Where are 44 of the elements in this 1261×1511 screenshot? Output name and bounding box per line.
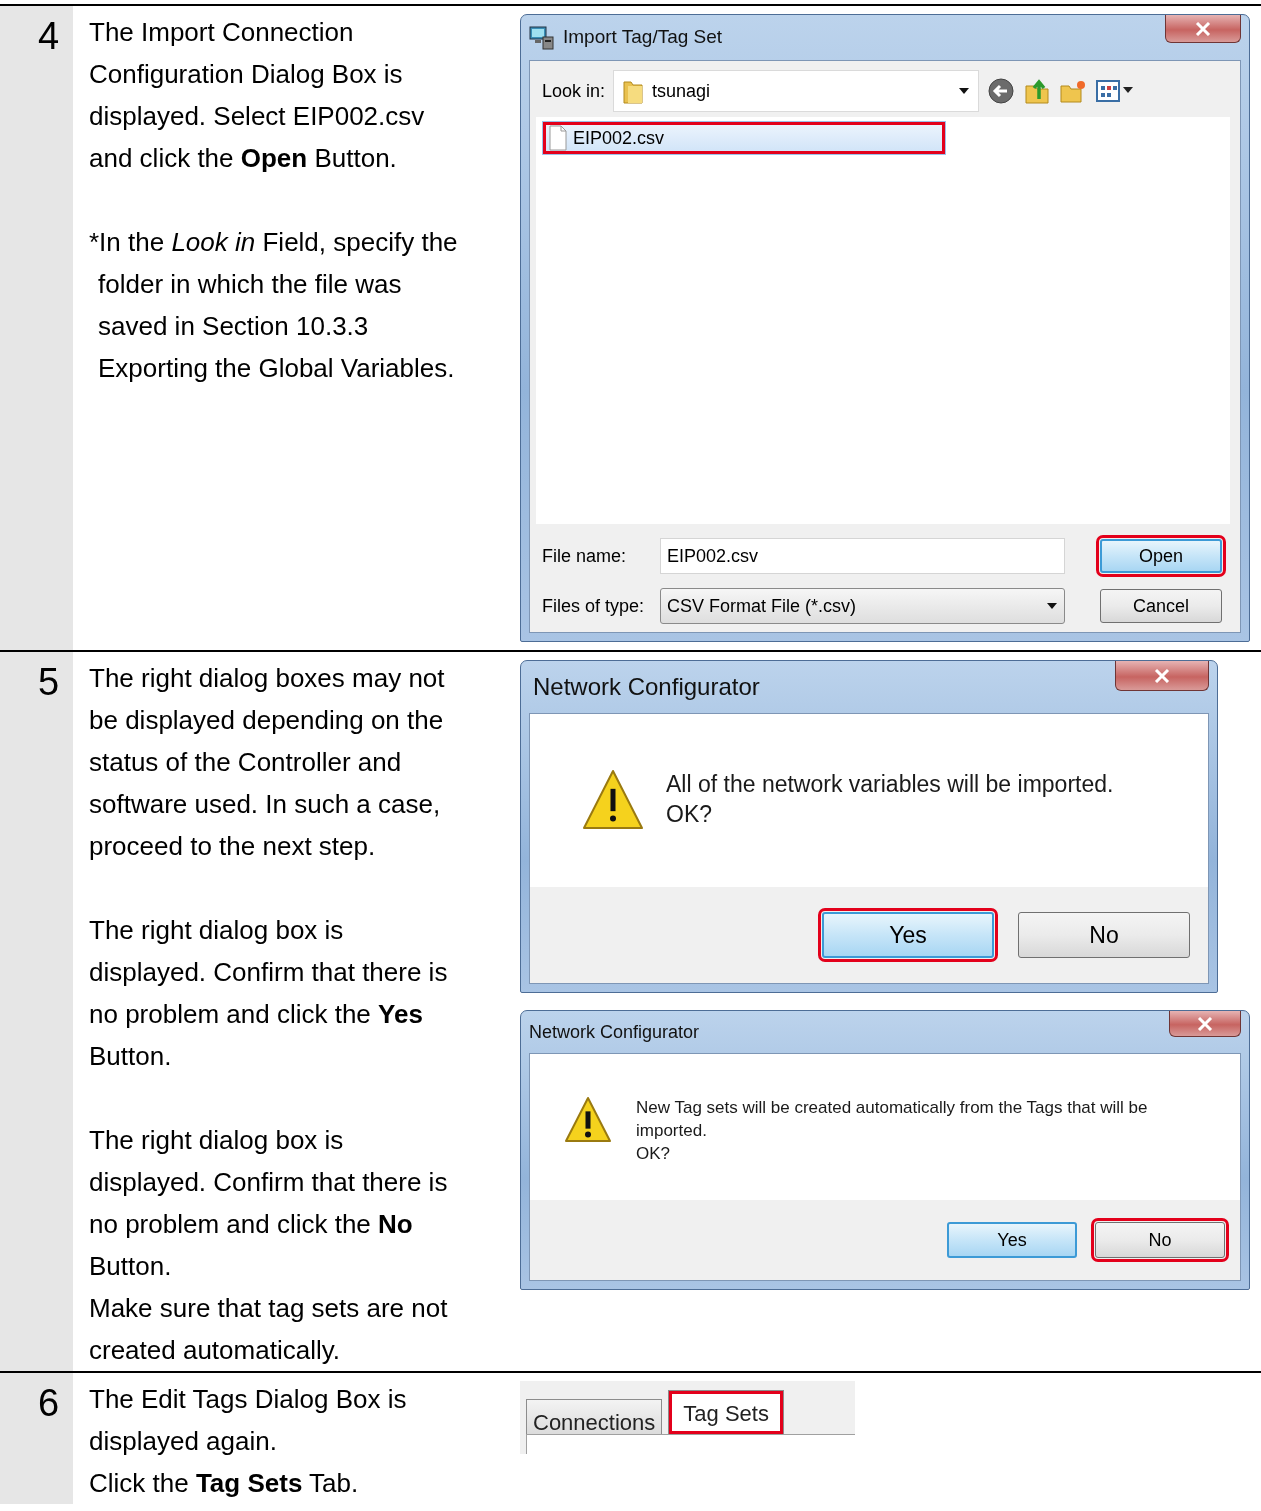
close-icon bbox=[1154, 668, 1170, 683]
instruction-text: The right dialog box is displayed. Confirm that there is no problem and click the Yes Button. bbox=[89, 914, 449, 1073]
dialog-button[interactable]: Yes bbox=[947, 1222, 1077, 1258]
dialog-button[interactable]: Cancel bbox=[1100, 589, 1222, 623]
file-type-select[interactable]: CSV Format File (*.csv) bbox=[660, 588, 1065, 624]
close-button[interactable] bbox=[1115, 661, 1209, 691]
message-text: All of the network variables will be imported. OK? bbox=[666, 770, 1114, 829]
step-number: 4 bbox=[38, 14, 60, 58]
instruction-text: The Edit Tags Dialog Box is displayed again. bbox=[89, 1383, 408, 1458]
instruction-text: The right dialog boxes may not be displayed depending on the status of the Controller and software used. In such a case, proceed to the next step. bbox=[89, 662, 446, 863]
step-number: 5 bbox=[38, 660, 60, 704]
dialog-title: Import Tag/Tag Set bbox=[563, 25, 723, 50]
view-menu-icon bbox=[1095, 78, 1136, 104]
warning-icon bbox=[564, 1096, 612, 1144]
caret-icon bbox=[958, 87, 971, 95]
close-icon bbox=[1197, 1016, 1213, 1031]
close-button[interactable] bbox=[1165, 15, 1241, 43]
file-name-field[interactable]: EIP002.csv bbox=[660, 538, 1065, 574]
instruction-text: The right dialog box is displayed. Confirm that there is no problem and click the No Button. bbox=[89, 1124, 449, 1283]
caret-icon bbox=[1046, 602, 1058, 610]
warning-icon bbox=[582, 769, 644, 831]
file-name-label: File name: bbox=[542, 544, 628, 568]
file-item[interactable]: EIP002.csv bbox=[542, 121, 946, 155]
step-number: 6 bbox=[38, 1381, 60, 1425]
tab[interactable]: Tag Sets bbox=[668, 1390, 784, 1434]
dialog-button[interactable]: No bbox=[1018, 912, 1190, 958]
instruction-text: Make sure that tag sets are not created automatically. bbox=[89, 1292, 449, 1367]
instruction-text: The Import Connection Configuration Dialog Box is displayed. Select EIP002.csv and click the Open Button. bbox=[89, 16, 426, 175]
instruction-text: *In the Look in Field, specify the folder in which the file was saved in Section 10.3.3 Exporting the Global Variables. bbox=[89, 226, 459, 385]
file-type-label: Files of type: bbox=[542, 594, 646, 618]
back-icon bbox=[987, 77, 1016, 105]
computer-icon bbox=[529, 24, 555, 51]
close-button[interactable] bbox=[1169, 1011, 1241, 1037]
close-icon bbox=[1195, 21, 1211, 36]
instruction-text: Click the Tag Sets Tab. bbox=[89, 1467, 360, 1500]
tab[interactable]: Connections bbox=[526, 1399, 663, 1434]
dialog-title: Network Configurator bbox=[532, 672, 760, 702]
folder-combo[interactable]: tsunagi bbox=[613, 70, 980, 112]
folder-icon bbox=[622, 78, 645, 104]
message-text: New Tag sets will be created automatically from the Tags that will be imported. OK? bbox=[636, 1097, 1148, 1165]
file-icon bbox=[549, 125, 567, 151]
look-in-label: Look in: bbox=[542, 79, 606, 103]
folder-up-icon bbox=[1023, 77, 1052, 105]
dialog-title: Network Configurator bbox=[529, 1020, 700, 1044]
